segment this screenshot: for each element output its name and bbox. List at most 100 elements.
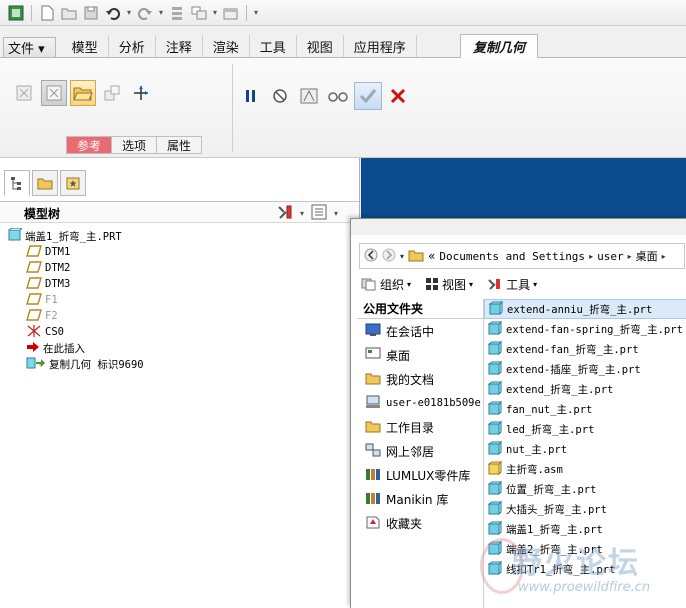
place-item[interactable]: Manikin 库 [357, 487, 483, 511]
part-icon [8, 227, 24, 245]
common-folders-pane: 公用文件夹 在会话中 桌面 我的文档 user-e0181b509e 工作目录 网上邻居 L… [357, 299, 483, 535]
place-item[interactable]: 工作目录 [357, 415, 483, 439]
place-item[interactable]: 收藏夹 [357, 511, 483, 535]
redo-icon[interactable] [135, 3, 155, 23]
file-item[interactable]: nut_主.prt [484, 439, 686, 459]
pause-icon[interactable] [238, 83, 264, 109]
place-item[interactable]: LUMLUX零件库 [357, 463, 483, 487]
graphics-window[interactable] [361, 158, 686, 218]
place-item[interactable]: 在会话中 [357, 319, 483, 343]
breadcrumb-desktop[interactable]: 桌面 [636, 248, 658, 264]
file-item-label: extend_折弯_主.prt [506, 383, 614, 396]
file-item[interactable]: fan_nut_主.prt [484, 399, 686, 419]
app-logo-icon[interactable] [6, 3, 26, 23]
subtab-properties[interactable]: 属性 [157, 136, 203, 154]
file-item[interactable]: extend-fan_折弯_主.prt [484, 339, 686, 359]
transform-icon[interactable] [128, 80, 154, 106]
redo-dropdown-chevron-icon[interactable]: ▾ [157, 8, 165, 17]
file-item[interactable]: 端盖1_折弯_主.prt [484, 519, 686, 539]
settings-dropdown-chevron-icon[interactable]: ▾ [298, 209, 306, 218]
history-dropdown-chevron-icon[interactable]: ▾ [400, 252, 404, 261]
breadcrumb-overflow-icon[interactable]: « [428, 249, 435, 263]
part-file-icon [487, 560, 503, 578]
undo-dropdown-chevron-icon[interactable]: ▾ [125, 8, 133, 17]
file-item[interactable]: extend_折弯_主.prt [484, 379, 686, 399]
dashboard-subtabs: 参考 选项 属性 [66, 136, 203, 154]
show-list-icon[interactable] [310, 203, 328, 224]
file-item[interactable]: 端盖2_折弯_主.prt [484, 539, 686, 559]
breadcrumb-chevron-icon[interactable]: ▸ [589, 252, 593, 261]
tree-item[interactable]: * 复制几何 标识9690 [0, 356, 359, 372]
tree-item[interactable]: F1 [0, 292, 359, 308]
breadcrumb-documents[interactable]: Documents and Settings [439, 250, 585, 263]
address-bar[interactable]: ▾ « Documents and Settings ▸ user ▸ 桌面 ▸ [359, 243, 685, 269]
tree-item-label: CS0 [45, 326, 64, 338]
view-grid-icon [426, 278, 439, 290]
windows-icon[interactable] [189, 3, 209, 23]
tree-item[interactable]: DTM3 [0, 276, 359, 292]
tree-item[interactable]: DTM1 [0, 244, 359, 260]
tab-analysis[interactable]: 分析 [109, 35, 156, 57]
close-window-icon[interactable] [221, 3, 241, 23]
part-file-icon [488, 300, 504, 318]
file-item[interactable]: 位置_折弯_主.prt [484, 479, 686, 499]
file-item[interactable]: 线扣Tr1_折弯_主.prt [484, 559, 686, 579]
new-file-icon[interactable] [37, 3, 57, 23]
no-preview-icon[interactable] [267, 83, 293, 109]
place-item[interactable]: user-e0181b509e [357, 391, 483, 415]
tab-model[interactable]: 模型 [62, 35, 109, 57]
open-folder-icon[interactable] [59, 3, 79, 23]
favorites-tab-icon[interactable] [60, 170, 86, 196]
tab-view[interactable]: 视图 [297, 35, 344, 57]
cancel-x-button[interactable] [385, 83, 411, 109]
file-item[interactable]: 大插头_折弯_主.prt [484, 499, 686, 519]
folder-browser-tab-icon[interactable] [32, 170, 58, 196]
tree-item[interactable]: DTM2 [0, 260, 359, 276]
tree-item[interactable]: 在此插入 [0, 340, 359, 356]
breadcrumb-chevron-icon[interactable]: ▸ [662, 252, 666, 261]
tree-item[interactable]: 端盖1_折弯_主.PRT [0, 227, 359, 245]
breadcrumb-chevron-icon[interactable]: ▸ [628, 252, 632, 261]
tab-tools[interactable]: 工具 [250, 35, 297, 57]
tree-item[interactable]: CS0 [0, 324, 359, 340]
local-reference-icon[interactable] [12, 80, 38, 106]
tree-item-label: DTM3 [45, 278, 71, 290]
preview-geometry-icon[interactable] [296, 83, 322, 109]
file-item[interactable]: extend-fan-spring_折弯_主.prt [484, 319, 686, 339]
regenerate-icon[interactable] [167, 3, 187, 23]
open-file-icon[interactable] [70, 80, 96, 106]
back-arrow-icon[interactable] [364, 248, 378, 265]
tab-render[interactable]: 渲染 [203, 35, 250, 57]
breadcrumb-user[interactable]: user [597, 250, 624, 263]
file-item[interactable]: led_折弯_主.prt [484, 419, 686, 439]
settings-tools-icon[interactable] [276, 203, 294, 224]
tab-annotate[interactable]: 注释 [156, 35, 203, 57]
organize-menu[interactable]: 组织 ▾ [361, 276, 411, 293]
undo-icon[interactable] [103, 3, 123, 23]
save-icon[interactable] [81, 3, 101, 23]
model-tree-tab-icon[interactable] [4, 170, 30, 196]
place-item[interactable]: 桌面 [357, 343, 483, 367]
tab-file[interactable]: 文件 ▾ [3, 37, 56, 57]
file-item[interactable]: extend-anniu_折弯_主.prt [484, 299, 686, 319]
verify-glasses-icon[interactable] [325, 83, 351, 109]
subtab-options[interactable]: 选项 [112, 136, 158, 154]
place-item[interactable]: 我的文档 [357, 367, 483, 391]
tools-menu[interactable]: 工具 ▾ [487, 276, 537, 293]
views-menu[interactable]: 视图 ▾ [425, 276, 473, 293]
tree-item[interactable]: F2 [0, 308, 359, 324]
subtab-references[interactable]: 参考 [66, 136, 113, 154]
ok-checkmark-button[interactable] [354, 82, 382, 110]
file-item[interactable]: 主折弯.asm [484, 459, 686, 479]
forward-arrow-icon[interactable] [382, 248, 396, 265]
windows-dropdown-chevron-icon[interactable]: ▾ [211, 8, 219, 17]
external-reference-icon[interactable] [41, 80, 67, 106]
publish-geometry-icon[interactable] [99, 80, 125, 106]
tab-applications[interactable]: 应用程序 [344, 35, 417, 57]
customize-toolbar-chevron-icon[interactable]: ▾ [252, 8, 260, 17]
tab-copy-geometry[interactable]: 复制几何 [459, 34, 538, 58]
file-item[interactable]: extend-插座_折弯_主.prt [484, 359, 686, 379]
place-item[interactable]: 网上邻居 [357, 439, 483, 463]
assembly-file-icon [487, 460, 503, 478]
show-dropdown-chevron-icon[interactable]: ▾ [332, 209, 340, 218]
